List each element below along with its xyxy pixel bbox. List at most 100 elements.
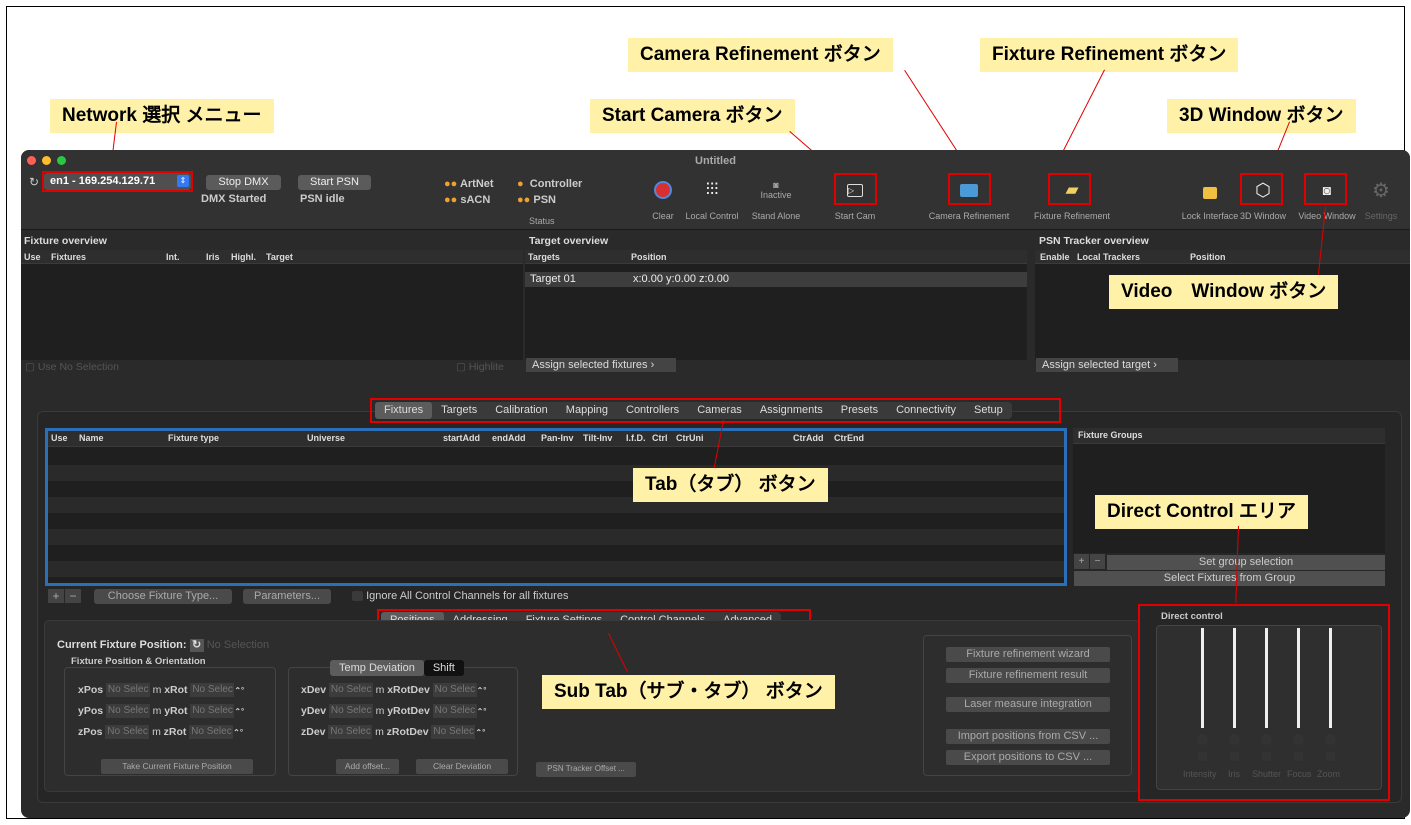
toolbar: Untitled ↻ en1 - 169.254.129.71 ⇕ Stop D… <box>21 150 1410 230</box>
ignore-label: Ignore All Control Channels for all fixt… <box>366 590 569 602</box>
xpos-input[interactable]: No Selec <box>105 683 150 697</box>
ydev-row: yDev No Selec m yRotDev No Selec⌃° <box>301 704 521 725</box>
status-label: Status <box>529 216 555 226</box>
col-universe[interactable]: Universe <box>307 433 345 443</box>
yrot-stepper[interactable]: ⌃° <box>234 707 244 716</box>
tab-temp-deviation[interactable]: Temp Deviation <box>330 660 424 676</box>
callout-sub-tab: Sub Tab（サブ・タブ） ボタン <box>542 675 835 709</box>
use-label: Use <box>37 361 57 373</box>
laser-measure-integration-button[interactable]: Laser measure integration <box>946 697 1110 712</box>
table-row[interactable] <box>48 465 1064 481</box>
choose-fixture-type-button[interactable]: Choose Fixture Type... <box>94 589 232 604</box>
refresh-icon[interactable]: ↻ <box>29 175 39 189</box>
select-fixtures-from-group-button[interactable]: Select Fixtures from Group <box>1074 571 1385 586</box>
col-endadd[interactable]: endAdd <box>492 433 526 443</box>
assign-fixtures-label: Assign selected fixtures <box>532 359 648 371</box>
parameters-button[interactable]: Parameters... <box>243 589 331 604</box>
col-use[interactable]: Use <box>24 252 41 262</box>
target-overview-panel: Targets Position Target 01 x:0.00 y:0.00… <box>525 250 1027 360</box>
col-position[interactable]: Position <box>631 252 667 262</box>
assign-selected-target-button[interactable]: Assign selected target › <box>1036 358 1178 372</box>
no-selection-label: No Selection <box>59 361 119 373</box>
import-positions-csv-button[interactable]: Import positions from CSV ... <box>946 729 1110 744</box>
ignore-control-channels-checkbox[interactable]: Ignore All Control Channels for all fixt… <box>352 590 568 602</box>
col-table-use[interactable]: Use <box>51 433 68 443</box>
col-name[interactable]: Name <box>79 433 104 443</box>
zpos-input[interactable]: No Selec <box>105 725 150 739</box>
add-offset-button[interactable]: Add offset... <box>336 759 399 774</box>
col-fixtures[interactable]: Fixtures <box>51 252 86 262</box>
zrotdev-label: zRotDev <box>386 726 429 738</box>
col-startadd[interactable]: startAdd <box>443 433 480 443</box>
set-group-selection-button[interactable]: Set group selection <box>1107 555 1385 570</box>
clear-deviation-button[interactable]: Clear Deviation <box>416 759 508 774</box>
col-pan-inv[interactable]: Pan-Inv <box>541 433 574 443</box>
col-ifd[interactable]: I.f.D. <box>626 433 646 443</box>
fixture-refinement-wizard-button[interactable]: Fixture refinement wizard <box>946 647 1110 662</box>
stand-alone-button[interactable]: ◙ Inactive Stand Alone <box>749 173 803 223</box>
table-row[interactable] <box>48 497 1064 513</box>
refresh-position-icon[interactable]: ↻ <box>189 639 204 652</box>
table-row[interactable] <box>48 529 1064 545</box>
artnet-indicator: ●● ArtNet <box>444 178 494 190</box>
add-fixture-button[interactable]: + <box>48 589 64 603</box>
psn-dots-icon: ●● <box>517 194 531 206</box>
settings-button[interactable]: ⚙ Settings <box>1354 173 1408 223</box>
tab-shift[interactable]: Shift <box>423 660 464 676</box>
col-int[interactable]: Int. <box>166 252 180 262</box>
table-row[interactable] <box>48 561 1064 577</box>
highlite-checkbox-label[interactable]: ▢ Highlite <box>456 361 504 373</box>
app-window: Untitled ↻ en1 - 169.254.129.71 ⇕ Stop D… <box>21 150 1410 818</box>
col-psn-position[interactable]: Position <box>1190 252 1226 262</box>
fixture-overview-header: Use Fixtures Int. Iris Highl. Target <box>21 250 523 264</box>
col-enable[interactable]: Enable <box>1040 252 1070 262</box>
col-tilt-inv[interactable]: Tilt-Inv <box>583 433 612 443</box>
col-fixture-groups[interactable]: Fixture Groups <box>1078 430 1143 440</box>
assign-selected-fixtures-button[interactable]: Assign selected fixtures › <box>526 358 676 372</box>
remove-group-button[interactable]: − <box>1090 554 1105 569</box>
zrot-stepper[interactable]: ⌃° <box>233 728 243 737</box>
psn-tracker-offset-button[interactable]: PSN Tracker Offset ... <box>536 762 636 777</box>
zrotdev-input[interactable]: No Selec <box>431 725 476 739</box>
col-ctrend[interactable]: CtrEnd <box>834 433 864 443</box>
ypos-input[interactable]: No Selec <box>105 704 150 718</box>
current-position-label: Current Fixture Position: <box>57 639 187 651</box>
zrotdev-stepper[interactable]: ⌃° <box>475 728 485 737</box>
sacn-dots-icon: ●● <box>444 194 458 206</box>
yrotdev-input[interactable]: No Selec <box>432 704 477 718</box>
col-targets[interactable]: Targets <box>528 252 560 262</box>
remove-fixture-button[interactable]: − <box>65 589 81 603</box>
col-local-trackers[interactable]: Local Trackers <box>1077 252 1140 262</box>
yrotdev-stepper[interactable]: ⌃° <box>477 707 487 716</box>
col-fixture-type[interactable]: Fixture type <box>168 433 219 443</box>
xrotdev-input[interactable]: No Selec <box>432 683 477 697</box>
start-psn-button[interactable]: Start PSN <box>298 175 371 190</box>
zpos-row: zPos No Selec m zRot No Selec⌃° <box>78 725 278 746</box>
col-ctradd[interactable]: CtrAdd <box>793 433 824 443</box>
use-checkbox-label[interactable]: ▢ Use No Selection <box>25 361 119 373</box>
zdev-label: zDev <box>301 726 326 738</box>
xrotdev-stepper[interactable]: ⌃° <box>477 686 487 695</box>
fixture-refinement-result-button[interactable]: Fixture refinement result <box>946 668 1110 683</box>
xdev-input[interactable]: No Selec <box>328 683 373 697</box>
yrot-label: yRot <box>164 705 188 717</box>
zrot-input[interactable]: No Selec <box>189 725 234 739</box>
ydev-input[interactable]: No Selec <box>328 704 373 718</box>
col-iris[interactable]: Iris <box>206 252 220 262</box>
xrot-stepper[interactable]: ⌃° <box>234 686 244 695</box>
target-overview-header: Targets Position <box>525 250 1027 264</box>
col-ctruni[interactable]: CtrUni <box>676 433 704 443</box>
target-row[interactable]: Target 01 x:0.00 y:0.00 z:0.00 <box>525 272 1027 287</box>
add-group-button[interactable]: + <box>1074 554 1089 569</box>
col-ctrl[interactable]: Ctrl <box>652 433 668 443</box>
stop-dmx-button[interactable]: Stop DMX <box>206 175 281 190</box>
col-highl[interactable]: Highl. <box>231 252 256 262</box>
xrot-input[interactable]: No Selec <box>190 683 235 697</box>
col-target[interactable]: Target <box>266 252 293 262</box>
yrot-input[interactable]: No Selec <box>190 704 235 718</box>
zdev-input[interactable]: No Selec <box>328 725 373 739</box>
take-current-position-button[interactable]: Take Current Fixture Position <box>101 759 253 774</box>
xdev-label: xDev <box>301 684 327 696</box>
zdev-row: zDev No Selec m zRotDev No Selec⌃° <box>301 725 521 746</box>
export-positions-csv-button[interactable]: Export positions to CSV ... <box>946 750 1110 765</box>
